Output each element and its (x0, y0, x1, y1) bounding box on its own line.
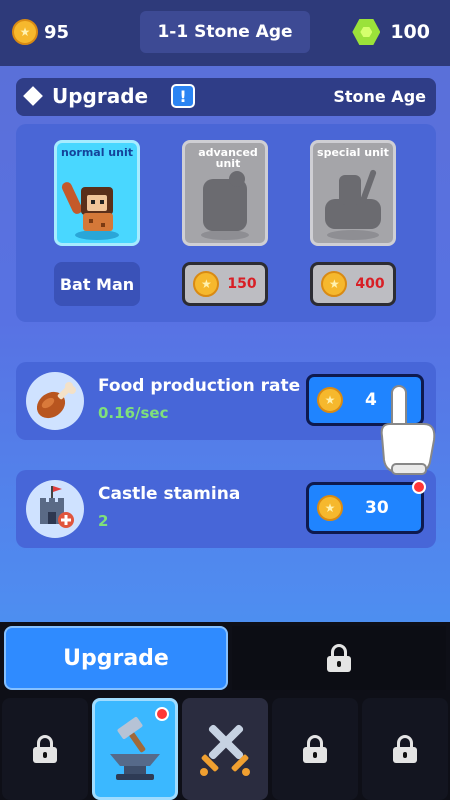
castle-stamina-row: Castle stamina 2 ★ 30 (16, 470, 436, 548)
unlock-advanced-button[interactable]: ★ 150 (182, 262, 268, 306)
unit-card-advanced[interactable]: advanced unit (182, 140, 268, 246)
nav-slot-locked-3[interactable] (362, 698, 448, 800)
unlock-price: 400 (355, 276, 385, 292)
lock-icon (327, 644, 351, 672)
crossed-swords-icon (200, 724, 250, 776)
nav-slot-battle[interactable] (182, 698, 268, 800)
diamond-icon (23, 86, 43, 106)
gold-counter: ★ 95 (12, 19, 69, 45)
upgrade-tab-button[interactable]: Upgrade (4, 626, 228, 690)
upgrade-title: Upgrade (52, 84, 149, 108)
unlock-price: 150 (227, 276, 257, 292)
coin-icon: ★ (317, 387, 343, 413)
unlock-special-button[interactable]: ★ 400 (310, 262, 396, 306)
coin-icon: ★ (12, 19, 38, 45)
lock-icon (393, 735, 417, 763)
coin-icon: ★ (193, 271, 220, 297)
nav-slot-locked-1[interactable] (2, 698, 88, 800)
nav-slot-upgrade[interactable] (92, 698, 178, 800)
era-label: Stone Age (333, 87, 426, 106)
units-panel: normal unit advanced unit special unit B… (16, 124, 436, 322)
alert-icon[interactable]: ! (171, 84, 195, 108)
unit-card-normal[interactable]: normal unit (54, 140, 140, 246)
food-production-row: Food production rate 0.16/sec ★ 4 (16, 362, 436, 440)
stat-value: 0.16/sec (98, 404, 169, 422)
unit-name-box: Bat Man (54, 262, 140, 306)
gem-counter: 100 (352, 19, 430, 45)
notification-dot (155, 707, 169, 721)
lock-icon (303, 735, 327, 763)
notification-dot (412, 480, 426, 494)
chicken-leg-icon (26, 372, 84, 430)
upgrade-cost: 30 (365, 498, 389, 518)
upgrade-header: Upgrade ! Stone Age (16, 78, 436, 116)
unit-label: normal unit (61, 146, 133, 159)
unit-label: special unit (317, 146, 389, 159)
stage-title[interactable]: 1-1 Stone Age (140, 11, 310, 53)
locked-tab[interactable] (232, 626, 446, 690)
castle-icon (26, 480, 84, 538)
anvil-hammer-icon (110, 716, 160, 780)
tutorial-pointer-icon (380, 385, 436, 475)
gem-amount: 100 (390, 21, 430, 43)
unit-card-special[interactable]: special unit (310, 140, 396, 246)
unit-name: Bat Man (59, 274, 135, 294)
stat-title: Castle stamina (98, 484, 241, 504)
stat-value: 2 (98, 512, 109, 530)
lock-icon (33, 735, 57, 763)
nav-slot-locked-2[interactable] (272, 698, 358, 800)
stat-title: Food production rate (98, 376, 301, 396)
gold-amount: 95 (44, 21, 70, 43)
caveman-icon (61, 182, 119, 240)
coin-icon: ★ (321, 271, 348, 297)
locked-unit-silhouette-icon (201, 171, 249, 240)
locked-unit-silhouette-icon (325, 169, 381, 240)
upgrade-castle-button[interactable]: ★ 30 (306, 480, 426, 534)
gem-icon (352, 19, 381, 45)
coin-icon: ★ (317, 495, 343, 521)
